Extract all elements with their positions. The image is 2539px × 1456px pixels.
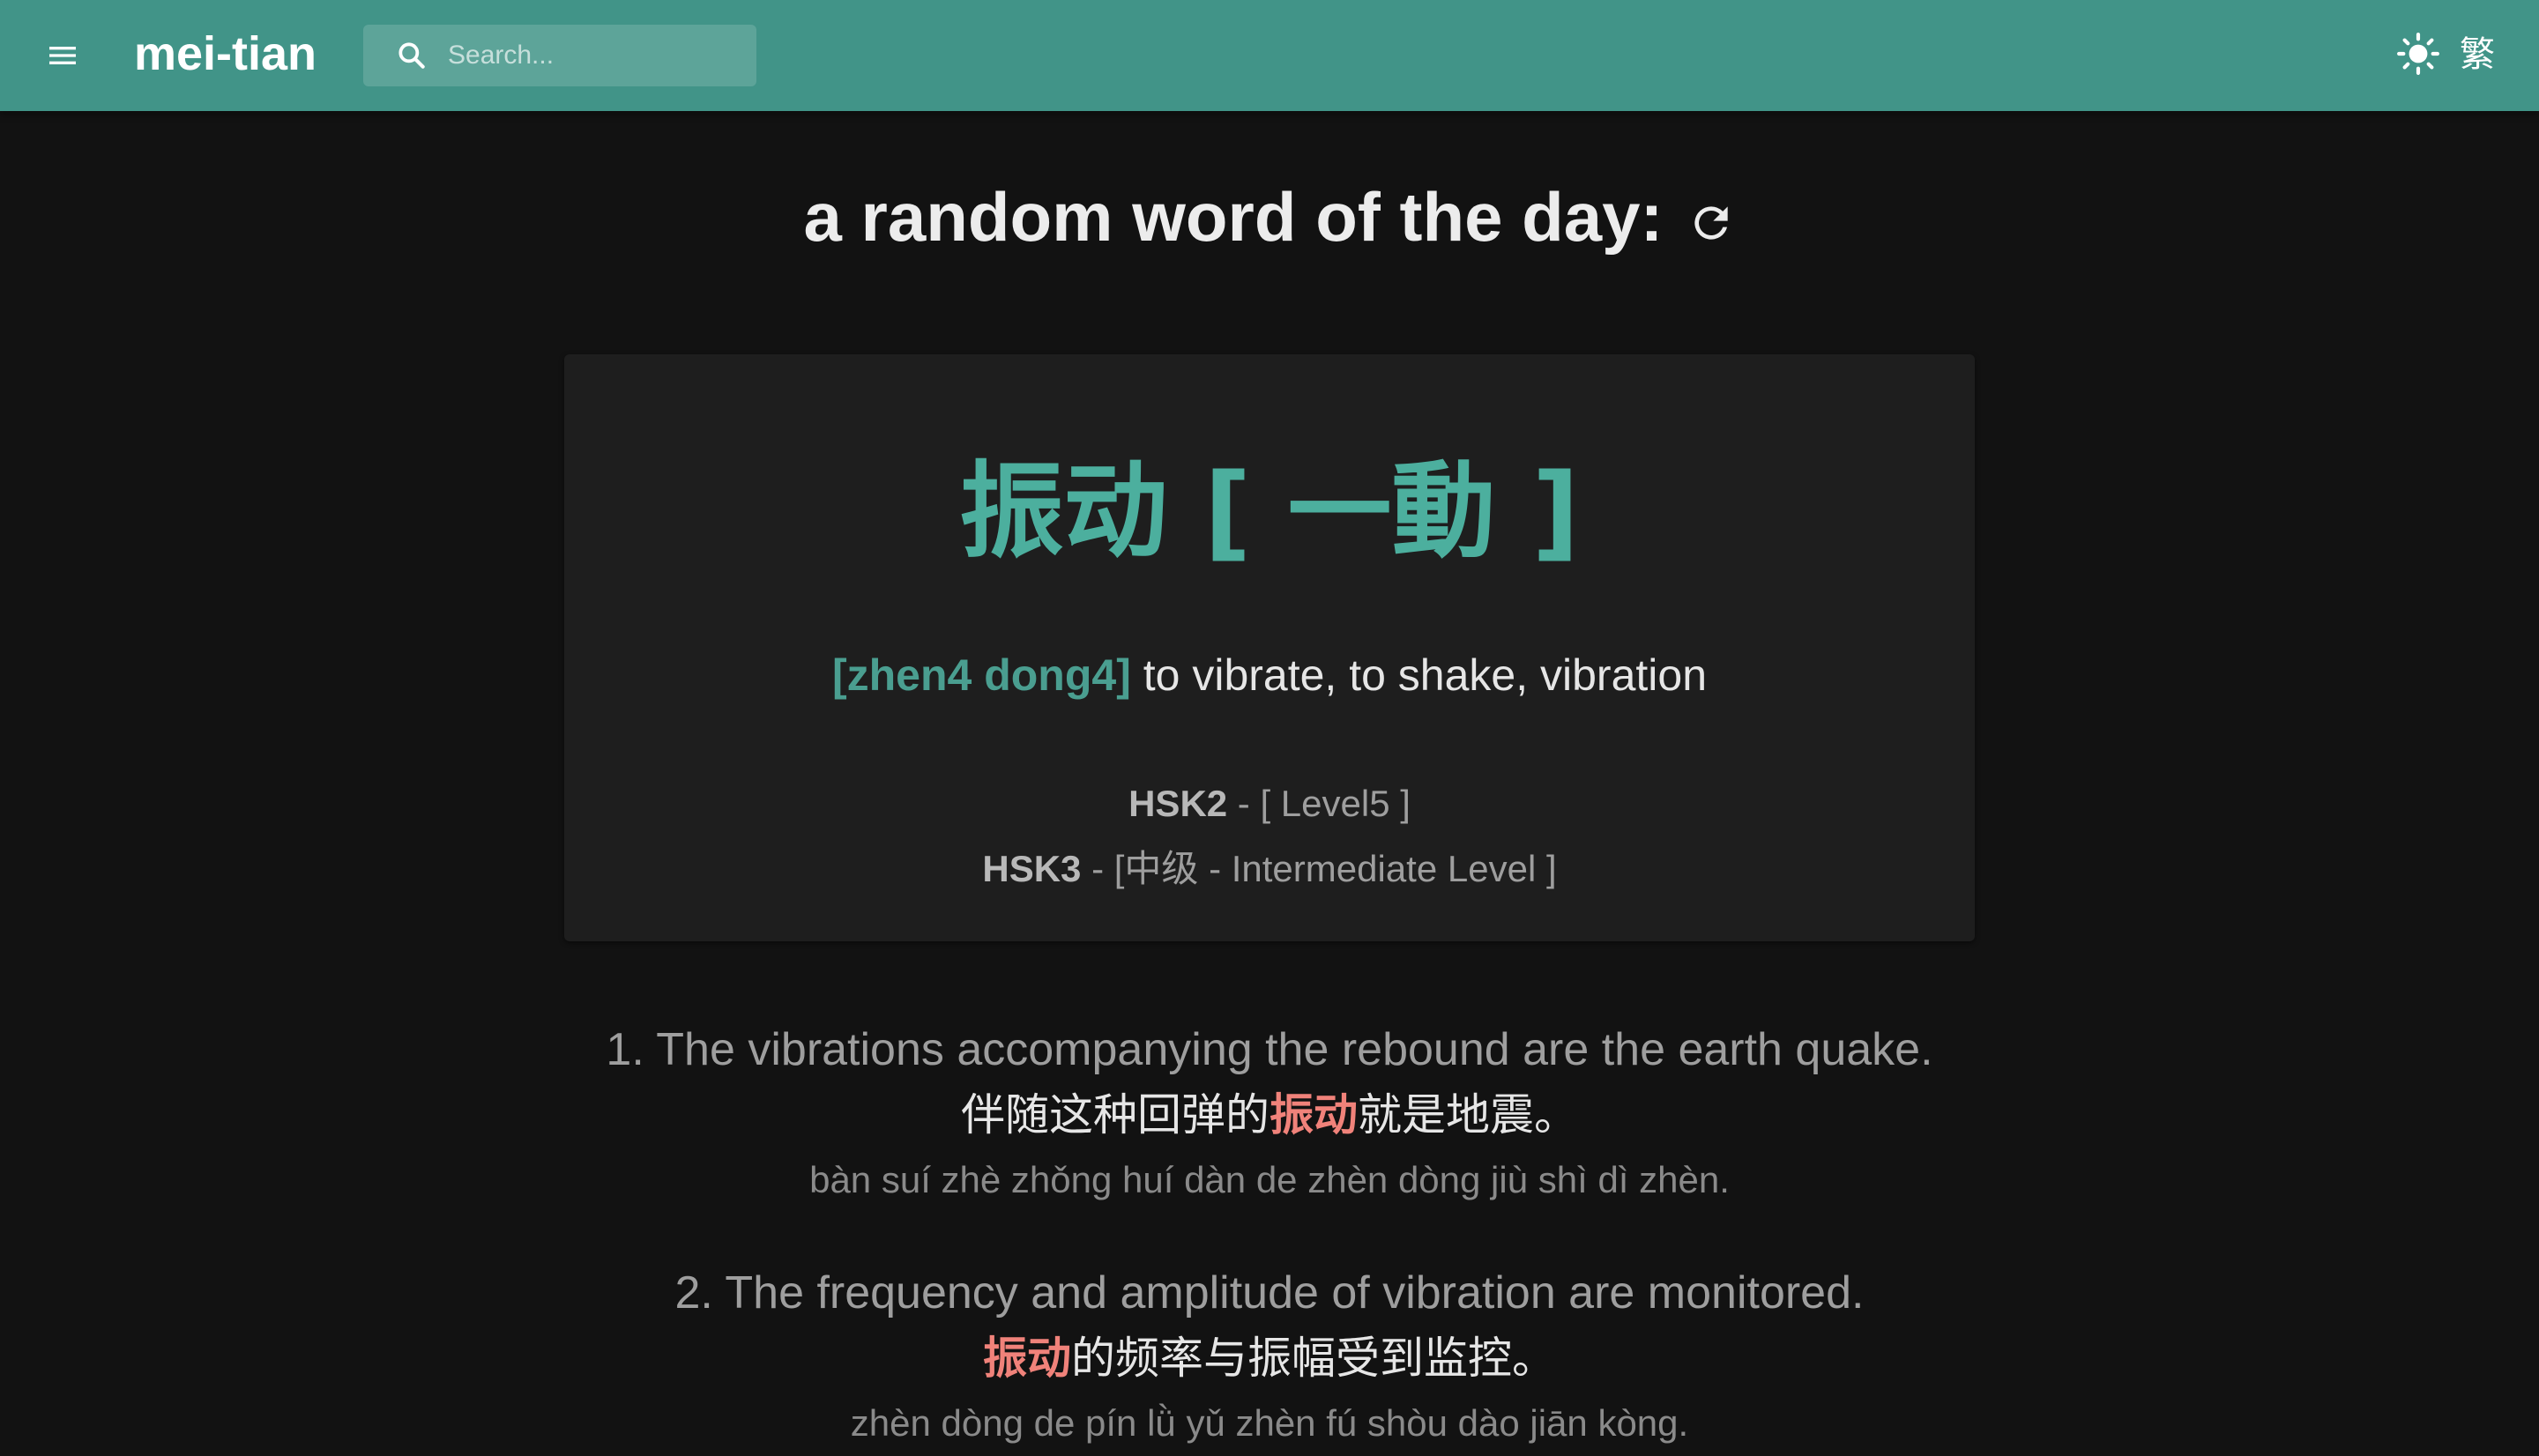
hsk2-label: HSK2	[1128, 783, 1228, 824]
search-input[interactable]	[448, 25, 739, 86]
example-english: 2. The frequency and amplitude of vibrat…	[674, 1267, 1865, 1319]
word-pinyin: [zhen4 dong4]	[831, 650, 1131, 700]
hsk3-label: HSK3	[982, 848, 1082, 889]
traditional-toggle-button[interactable]: 繁	[2460, 30, 2495, 79]
example-chinese-after: 的频率与振幅受到监控。	[1071, 1333, 1556, 1384]
word-meaning: to vibrate, to shake, vibration	[1143, 650, 1707, 700]
example-highlight-word: 振动	[1270, 1089, 1358, 1140]
page-heading-text: a random word of the day:	[803, 178, 1664, 256]
refresh-icon[interactable]	[1686, 198, 1736, 248]
word-title: 振动 [ 一動 ]	[959, 450, 1580, 572]
example-chinese-before: 伴随这种回弹的	[961, 1089, 1270, 1140]
app-brand[interactable]: mei-tian	[134, 25, 316, 83]
example-sentence-1: 1. The vibrations accompanying the rebou…	[0, 1017, 2539, 1213]
hsk3-value: - [中级 - Intermediate Level ]	[1081, 848, 1557, 889]
example-chinese: 振动的频率与振幅受到监控。	[0, 1326, 2539, 1391]
example-chinese: 伴随这种回弹的振动就是地震。	[0, 1082, 2539, 1148]
sun-icon[interactable]	[2396, 32, 2440, 76]
hsk2-value: - [ Level5 ]	[1227, 783, 1411, 824]
word-card: 振动 [ 一動 ] [zhen4 dong4] to vibrate, to s…	[564, 354, 1975, 941]
example-highlight-word: 振动	[983, 1333, 1071, 1384]
search-box[interactable]	[363, 25, 756, 86]
page-heading: a random word of the day:	[0, 173, 2539, 261]
example-pinyin: bàn suí zhè zhǒng huí dàn de zhèn dòng j…	[809, 1159, 1730, 1200]
example-sentence-2: 2. The frequency and amplitude of vibrat…	[0, 1260, 2539, 1456]
example-chinese-after: 就是地震。	[1358, 1089, 1578, 1140]
hsk2-level: HSK2 - [ Level5 ]	[564, 777, 1975, 830]
word-definition: [zhen4 dong4] to vibrate, to shake, vibr…	[564, 640, 1975, 710]
search-icon	[398, 42, 425, 69]
app-bar: mei-tian 繁	[0, 0, 2539, 111]
example-english: 1. The vibrations accompanying the rebou…	[606, 1024, 1933, 1075]
example-pinyin: zhèn dòng de pín lǜ yǔ zhèn fú shòu dào …	[850, 1402, 1689, 1444]
menu-icon[interactable]	[44, 38, 81, 73]
hsk3-level: HSK3 - [中级 - Intermediate Level ]	[564, 843, 1975, 895]
